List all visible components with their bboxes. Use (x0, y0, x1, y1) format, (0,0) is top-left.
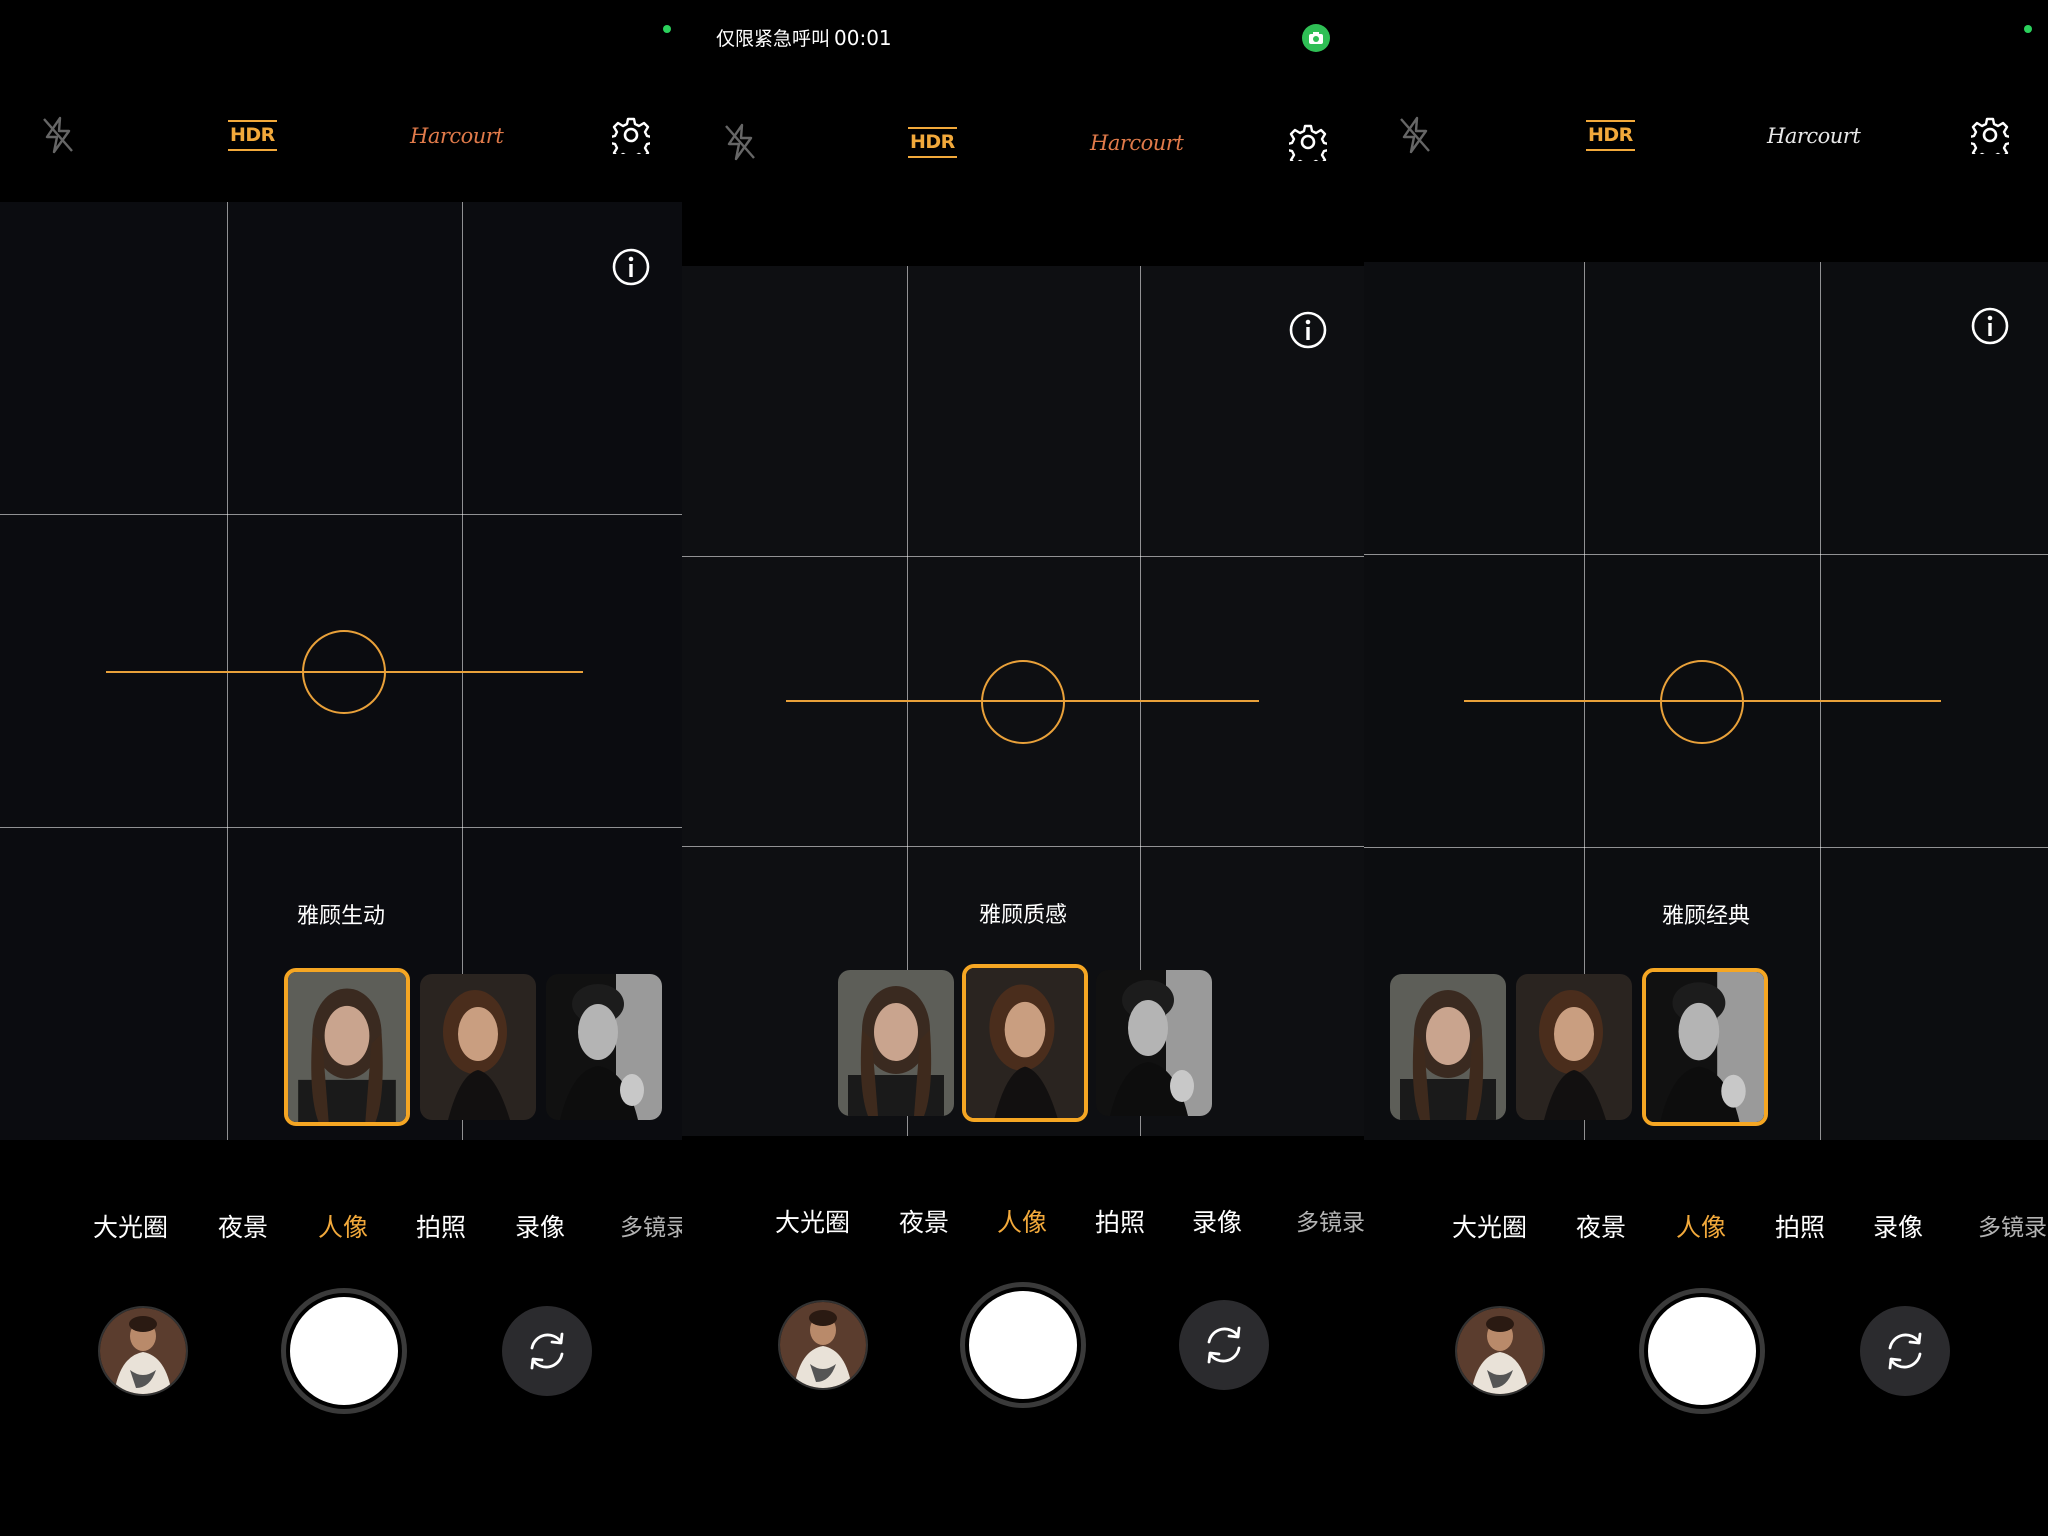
level-indicator-circle (981, 660, 1065, 744)
level-indicator-circle (302, 630, 386, 714)
mode-multi-cam[interactable]: 多镜录 (1978, 1208, 2047, 1242)
camera-in-use-icon (1302, 24, 1330, 52)
camera-screen-3: HDR Harcourt 雅顾经典 大光圈 夜景 人像 拍照 录像 多镜录 (1364, 0, 2048, 1536)
flash-off-icon[interactable] (40, 115, 76, 155)
shutter-button[interactable] (281, 1288, 407, 1414)
grid-line (1364, 554, 2048, 555)
shutter-inner (1648, 1297, 1756, 1405)
info-icon[interactable] (1288, 310, 1328, 350)
mode-portrait[interactable]: 人像 (1676, 1208, 1726, 1244)
grid-line (682, 556, 1364, 557)
gear-icon[interactable] (1288, 122, 1328, 162)
mode-night[interactable]: 夜景 (218, 1208, 268, 1244)
style-thumb-texture[interactable] (420, 974, 536, 1120)
camera-screen-1: HDR Harcourt 雅顾生动 大光圈 夜景 人像 拍照 录像 多镜录 (0, 0, 682, 1536)
gallery-thumbnail[interactable] (98, 1306, 188, 1396)
grid-line (682, 846, 1364, 847)
status-time: 00:01 (834, 26, 892, 50)
portrait-style-name: 雅顾生动 (296, 904, 385, 929)
mode-aperture[interactable]: 大光圈 (1452, 1208, 1527, 1244)
gallery-thumbnail[interactable] (1455, 1306, 1545, 1396)
portrait-style-name: 雅顾质感 (978, 903, 1067, 928)
mode-selector: 大光圈 夜景 人像 拍照 录像 多镜录 (0, 1208, 682, 1252)
flip-camera-icon[interactable] (1179, 1300, 1269, 1390)
grid-line (0, 514, 682, 515)
emergency-call-label: 仅限紧急呼叫 (716, 28, 831, 50)
flip-camera-icon[interactable] (1860, 1306, 1950, 1396)
shutter-inner (290, 1297, 398, 1405)
harcourt-mode-logo[interactable]: Harcourt (1090, 131, 1184, 155)
style-thumb-classic[interactable] (1642, 968, 1768, 1126)
hdr-toggle[interactable]: HDR (228, 120, 277, 151)
flash-off-icon[interactable] (722, 122, 758, 162)
camera-screen-2: 仅限紧急呼叫 00:01 HDR Harcourt 雅顾质感 大光圈 夜景 人像… (682, 0, 1364, 1536)
privacy-indicator-dot (2024, 25, 2032, 33)
portrait-style-name: 雅顾经典 (1661, 904, 1750, 929)
flip-camera-icon[interactable] (502, 1306, 592, 1396)
style-thumb-texture[interactable] (962, 964, 1088, 1122)
shutter-inner (969, 1291, 1077, 1399)
hdr-toggle[interactable]: HDR (1586, 120, 1635, 151)
mode-photo[interactable]: 拍照 (1095, 1203, 1145, 1239)
portrait-style-carousel (838, 960, 1298, 1122)
gallery-thumbnail[interactable] (778, 1300, 868, 1390)
mode-portrait[interactable]: 人像 (318, 1208, 368, 1244)
shutter-button[interactable] (960, 1282, 1086, 1408)
harcourt-mode-logo[interactable]: Harcourt (410, 124, 504, 148)
shutter-button[interactable] (1639, 1288, 1765, 1414)
grid-line (1364, 847, 2048, 848)
mode-video[interactable]: 录像 (1873, 1208, 1923, 1244)
mode-night[interactable]: 夜景 (899, 1203, 949, 1239)
portrait-style-carousel (284, 964, 682, 1126)
mode-aperture[interactable]: 大光圈 (775, 1203, 850, 1239)
privacy-indicator-dot (663, 25, 671, 33)
mode-video[interactable]: 录像 (1192, 1203, 1242, 1239)
mode-night[interactable]: 夜景 (1576, 1208, 1626, 1244)
flash-off-icon[interactable] (1397, 115, 1433, 155)
style-thumb-vivid[interactable] (1390, 974, 1506, 1120)
mode-multi-cam[interactable]: 多镜录 (620, 1208, 682, 1242)
gear-icon[interactable] (611, 115, 651, 155)
mode-video[interactable]: 录像 (515, 1208, 565, 1244)
style-thumb-vivid[interactable] (838, 970, 954, 1116)
mode-photo[interactable]: 拍照 (1775, 1208, 1825, 1244)
status-bar: 仅限紧急呼叫 00:01 (716, 24, 892, 51)
gear-icon[interactable] (1970, 115, 2010, 155)
harcourt-mode-logo[interactable]: Harcourt (1767, 124, 1861, 148)
mode-selector: 大光圈 夜景 人像 拍照 录像 多镜录 (682, 1203, 1364, 1247)
info-icon[interactable] (1970, 306, 2010, 346)
style-thumb-classic[interactable] (1096, 970, 1212, 1116)
style-thumb-vivid[interactable] (284, 968, 410, 1126)
mode-portrait[interactable]: 人像 (997, 1203, 1047, 1239)
level-indicator-circle (1660, 660, 1744, 744)
info-icon[interactable] (611, 247, 651, 287)
mode-aperture[interactable]: 大光圈 (93, 1208, 168, 1244)
hdr-toggle[interactable]: HDR (908, 127, 957, 158)
style-thumb-texture[interactable] (1516, 974, 1632, 1120)
grid-line (0, 827, 682, 828)
portrait-style-carousel (1390, 964, 1810, 1126)
mode-multi-cam[interactable]: 多镜录 (1296, 1203, 1364, 1237)
mode-photo[interactable]: 拍照 (416, 1208, 466, 1244)
style-thumb-classic[interactable] (546, 974, 662, 1120)
mode-selector: 大光圈 夜景 人像 拍照 录像 多镜录 (1364, 1208, 2048, 1252)
